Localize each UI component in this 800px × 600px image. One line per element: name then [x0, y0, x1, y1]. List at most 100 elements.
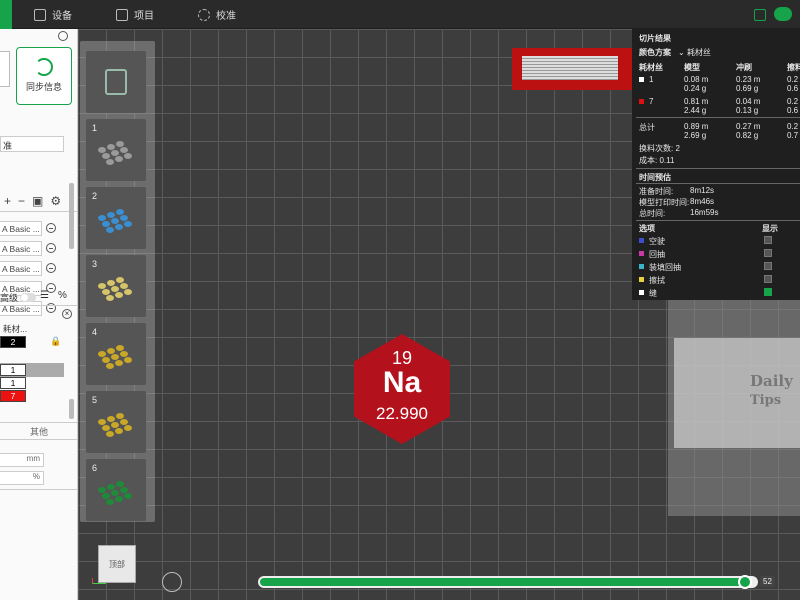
wipe-tower[interactable]	[512, 48, 632, 90]
filament-scrollbar[interactable]	[69, 183, 74, 249]
plate-number: 3	[92, 259, 98, 269]
device-icon	[34, 8, 46, 21]
filament-swatch	[639, 99, 644, 104]
time-title: 时间预估	[639, 173, 671, 182]
plate-thumbnail[interactable]: 4	[86, 323, 146, 385]
option-checkbox[interactable]	[764, 288, 772, 296]
tower-length: 0.2	[787, 97, 799, 106]
table-scrollbar[interactable]	[69, 399, 74, 419]
lock-icon[interactable]: 🔒	[50, 336, 61, 347]
list-icon[interactable]: ☰	[40, 290, 49, 301]
project-icon	[116, 8, 128, 21]
filament-cell[interactable]: 7	[0, 390, 26, 402]
layer-slider-fill	[260, 578, 747, 586]
close-icon[interactable]: ×	[62, 309, 72, 319]
layer-number: 52	[760, 576, 775, 587]
color-scheme-select[interactable]: ⌄ 耗材丝	[678, 47, 711, 58]
filament-cell[interactable]: 1	[0, 377, 26, 389]
remove-filament-icon[interactable]	[46, 223, 56, 233]
total-model-g: 2.69 g	[684, 131, 707, 140]
tab-device[interactable]: 设备	[34, 0, 72, 29]
tab-device-label: 设备	[52, 11, 72, 22]
sync-label: 同步信息	[25, 82, 62, 92]
option-checkbox[interactable]	[764, 236, 772, 244]
plate-number: 2	[92, 191, 98, 201]
plate-models	[98, 345, 134, 371]
total-tower-g: 0.7	[787, 131, 799, 140]
tips-title: Daily Tips	[750, 372, 793, 408]
plate-thumbnail[interactable]: 1	[86, 119, 146, 181]
percent-input[interactable]: %	[0, 471, 44, 485]
filament-settings-icon[interactable]: ⚙	[50, 194, 61, 208]
print-label: 模型打印时间:	[639, 198, 690, 207]
option-checkbox[interactable]	[764, 262, 772, 270]
purge-weight: 0.13 g	[736, 106, 759, 115]
option-label: 擦拭	[649, 276, 665, 285]
total-purge-m: 0.27 m	[736, 122, 761, 131]
tower-length: 0.2	[787, 75, 799, 84]
plate-number: 5	[92, 395, 98, 405]
filament-item[interactable]: A Basic ...	[0, 221, 42, 236]
options-label: 选项	[639, 224, 655, 233]
filament-item[interactable]: A Basic ...	[0, 241, 42, 256]
filament-cell[interactable]: 2	[0, 336, 26, 348]
plate-list: 1 2 3 4 5 6	[80, 41, 155, 522]
plate-number: 6	[92, 463, 98, 473]
tab-project-label: 项目	[134, 11, 154, 22]
purge-length: 0.04 m	[736, 97, 761, 106]
remove-filament-icon[interactable]	[46, 263, 56, 273]
total-label: 总计	[639, 123, 655, 132]
slice-icon	[105, 69, 127, 95]
axis-gizmo	[92, 578, 106, 584]
plate-thumbnail[interactable]: 5	[86, 391, 146, 453]
add-icon[interactable]: +	[4, 194, 11, 208]
tower-weight: 0.6	[787, 106, 799, 115]
sync-icon	[35, 58, 53, 76]
atomic-mass: 22.990	[376, 404, 428, 423]
settings-icon[interactable]	[58, 31, 68, 41]
tab-calibrate[interactable]: 校准	[198, 0, 236, 29]
calibrate-icon	[198, 8, 210, 21]
percent-icon[interactable]: %	[58, 290, 67, 301]
remove-icon[interactable]: −	[18, 194, 25, 208]
option-label: 缝	[649, 289, 657, 298]
plate-thumbnail[interactable]: 3	[86, 255, 146, 317]
option-swatch	[639, 264, 644, 269]
status-toggle[interactable]	[774, 7, 792, 21]
option-checkbox[interactable]	[764, 249, 772, 257]
plate-models	[98, 209, 134, 235]
plate-thumbnail[interactable]: 6	[86, 459, 146, 521]
filament-item[interactable]: A Basic ...	[0, 261, 42, 276]
plate-overview[interactable]	[86, 51, 146, 113]
advanced-label: 高级	[0, 293, 19, 303]
option-checkbox[interactable]	[764, 275, 772, 283]
plate-type-select[interactable]: 准	[0, 136, 64, 152]
tab-project[interactable]: 项目	[116, 0, 154, 29]
color-scheme-label: 颜色方案	[639, 48, 671, 57]
option-swatch	[639, 277, 644, 282]
filament-swatch	[639, 77, 644, 82]
recenter-icon[interactable]	[162, 572, 182, 592]
option-swatch	[639, 251, 644, 256]
printer-preset-box[interactable]	[0, 51, 10, 87]
app-logo	[0, 0, 12, 29]
filament-id: 7	[649, 97, 654, 106]
sync-info-button[interactable]: 同步信息	[16, 47, 72, 105]
filament-cell[interactable]: 1	[0, 364, 26, 376]
remove-filament-icon[interactable]	[46, 243, 56, 253]
results-title: 切片结果	[639, 34, 671, 43]
option-label: 回抽	[649, 250, 665, 259]
changes-row: 换料次数: 2	[639, 144, 680, 153]
tower-weight: 0.6	[787, 84, 799, 93]
other-tab[interactable]: 其他	[0, 425, 77, 438]
cost-row: 成本: 0.11	[639, 156, 675, 165]
plate-thumbnail[interactable]: 2	[86, 187, 146, 249]
col-filament: 耗材丝	[639, 63, 663, 72]
layer-slider[interactable]	[258, 575, 758, 589]
sync-filament-icon[interactable]: ▣	[32, 194, 43, 208]
advanced-toggle[interactable]	[20, 293, 36, 302]
mm-input[interactable]: mm	[0, 453, 44, 467]
layout-icon[interactable]	[754, 9, 766, 21]
purge-weight: 0.69 g	[736, 84, 759, 93]
layer-slider-knob[interactable]	[738, 575, 753, 589]
